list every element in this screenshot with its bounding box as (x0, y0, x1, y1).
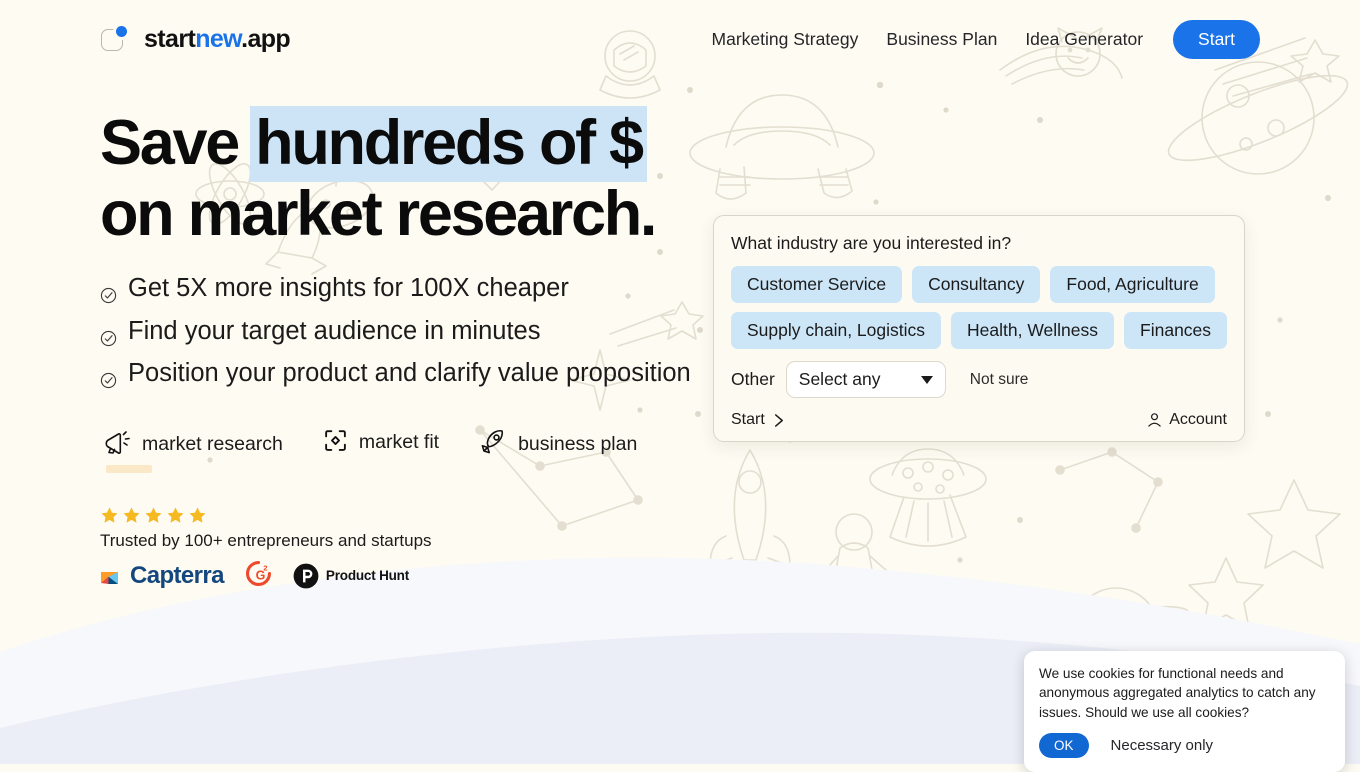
product-hunt-wordmark: Product Hunt (325, 568, 410, 584)
product-hunt-mark-icon (293, 563, 319, 589)
star-icon (145, 507, 162, 523)
check-circle-icon (100, 365, 117, 399)
main-navigation: Marketing Strategy Business Plan Idea Ge… (712, 19, 1260, 59)
check-circle-icon (100, 323, 117, 357)
other-industry-row: Other Select any Not sure (731, 361, 1227, 398)
other-label: Other (731, 369, 775, 389)
star-icon (123, 507, 140, 523)
feature-tab-label: market research (142, 432, 283, 455)
not-sure-link[interactable]: Not sure (970, 371, 1029, 389)
list-item-label: Position your product and clarify value … (128, 359, 691, 388)
feature-tab-label: market fit (358, 431, 440, 454)
review-logos: Capterra G 2 Product Hunt (100, 560, 720, 591)
list-item-label: Find your target audience in minutes (128, 316, 541, 345)
industry-question-label: What industry are you interested in? (731, 233, 1012, 253)
industry-select-dropdown[interactable]: Select any (785, 361, 946, 398)
g2-mark-icon: G 2 (245, 560, 271, 586)
chevron-down-icon (920, 375, 933, 384)
header-start-button[interactable]: Start (1173, 19, 1260, 59)
trusted-by-text: Trusted by 100+ entrepreneurs and startu… (100, 530, 432, 550)
industry-selector-card: What industry are you interested in? Cus… (713, 215, 1245, 442)
rocket-icon (479, 428, 507, 461)
g2-logo[interactable]: G 2 (245, 560, 271, 591)
hero-section: Save hundreds of $ on market research. G… (100, 106, 720, 591)
feature-tab-active-underline (106, 464, 152, 473)
product-hunt-logo[interactable]: Product Hunt (293, 563, 409, 589)
nav-link-marketing-strategy[interactable]: Marketing Strategy (712, 29, 859, 50)
cookie-ok-button[interactable]: OK (1039, 732, 1089, 758)
industry-card-footer: Start Account (731, 411, 1227, 429)
cookie-necessary-only-button[interactable]: Necessary only (1111, 737, 1214, 754)
industry-chip-consultancy[interactable]: Consultancy (912, 266, 1041, 303)
star-icon (189, 507, 206, 523)
headline-line2: on market research. (100, 179, 657, 249)
rounded-square-dot-logo-icon (100, 24, 130, 54)
list-item: Find your target audience in minutes (100, 315, 720, 357)
chevron-right-icon (774, 413, 783, 427)
social-proof-section: Trusted by 100+ entrepreneurs and startu… (100, 506, 720, 591)
focus-target-icon (323, 428, 348, 458)
card-start-button[interactable]: Start (731, 411, 785, 429)
feature-tab-market-research[interactable]: market research (103, 428, 283, 475)
brand-logo[interactable]: startnew.app (100, 24, 291, 54)
industry-chip-row: Customer Service Consultancy Food, Agric… (731, 266, 1227, 303)
cookie-consent-banner: We use cookies for functional needs and … (1024, 651, 1345, 772)
user-icon (1148, 413, 1161, 427)
industry-chip-finances[interactable]: Finances (1124, 312, 1228, 349)
account-button[interactable]: Account (1147, 411, 1227, 429)
capterra-mark-icon (101, 571, 118, 584)
cookie-message: We use cookies for functional needs and … (1039, 666, 1316, 720)
list-item-label: Get 5X more insights for 100X cheaper (128, 274, 569, 302)
feature-tab-market-fit[interactable]: market fit (323, 428, 439, 472)
star-icon (101, 507, 118, 523)
star-rating (100, 506, 720, 525)
capterra-wordmark: Capterra (130, 561, 225, 589)
industry-chip-customer-service[interactable]: Customer Service (731, 266, 903, 303)
industry-chip-supply-chain-logistics[interactable]: Supply chain, Logistics (731, 312, 942, 349)
list-item: Get 5X more insights for 100X cheaper (100, 272, 720, 314)
benefit-list: Get 5X more insights for 100X cheaper Fi… (100, 272, 720, 399)
feature-tab-business-plan[interactable]: business plan (479, 428, 637, 475)
industry-select-value: Select any (798, 369, 881, 389)
capterra-logo[interactable]: Capterra (100, 561, 225, 590)
account-label: Account (1169, 411, 1227, 428)
cookie-actions: OK Necessary only (1039, 732, 1330, 758)
industry-chip-health-wellness[interactable]: Health, Wellness (951, 312, 1115, 349)
industry-chip-row: Supply chain, Logistics Health, Wellness… (731, 312, 1228, 349)
card-start-label: Start (731, 411, 765, 428)
brand-name: startnew.app (144, 24, 291, 54)
list-item: Position your product and clarify value … (100, 357, 720, 399)
brand-name-part3: .app (241, 24, 291, 53)
brand-name-part2: new (195, 24, 242, 53)
brand-name-part1: start (144, 24, 196, 53)
industry-chip-food-agriculture[interactable]: Food, Agriculture (1050, 266, 1215, 303)
headline-highlight: hundreds of $ (250, 106, 647, 182)
feature-tab-group: market research market fit business plan (100, 428, 720, 475)
megaphone-icon (103, 428, 131, 461)
site-header: startnew.app Marketing Strategy Business… (0, 0, 1360, 78)
check-circle-icon (100, 280, 117, 314)
nav-link-business-plan[interactable]: Business Plan (886, 29, 997, 50)
nav-link-idea-generator[interactable]: Idea Generator (1025, 29, 1143, 50)
svg-text:2: 2 (263, 564, 267, 573)
headline-plain: Save (100, 108, 254, 178)
feature-tab-label: business plan (518, 432, 638, 455)
industry-chip-group: Customer Service Consultancy Food, Agric… (731, 266, 1228, 349)
page-title: Save hundreds of $ on market research. (100, 106, 720, 249)
star-icon (167, 507, 184, 523)
